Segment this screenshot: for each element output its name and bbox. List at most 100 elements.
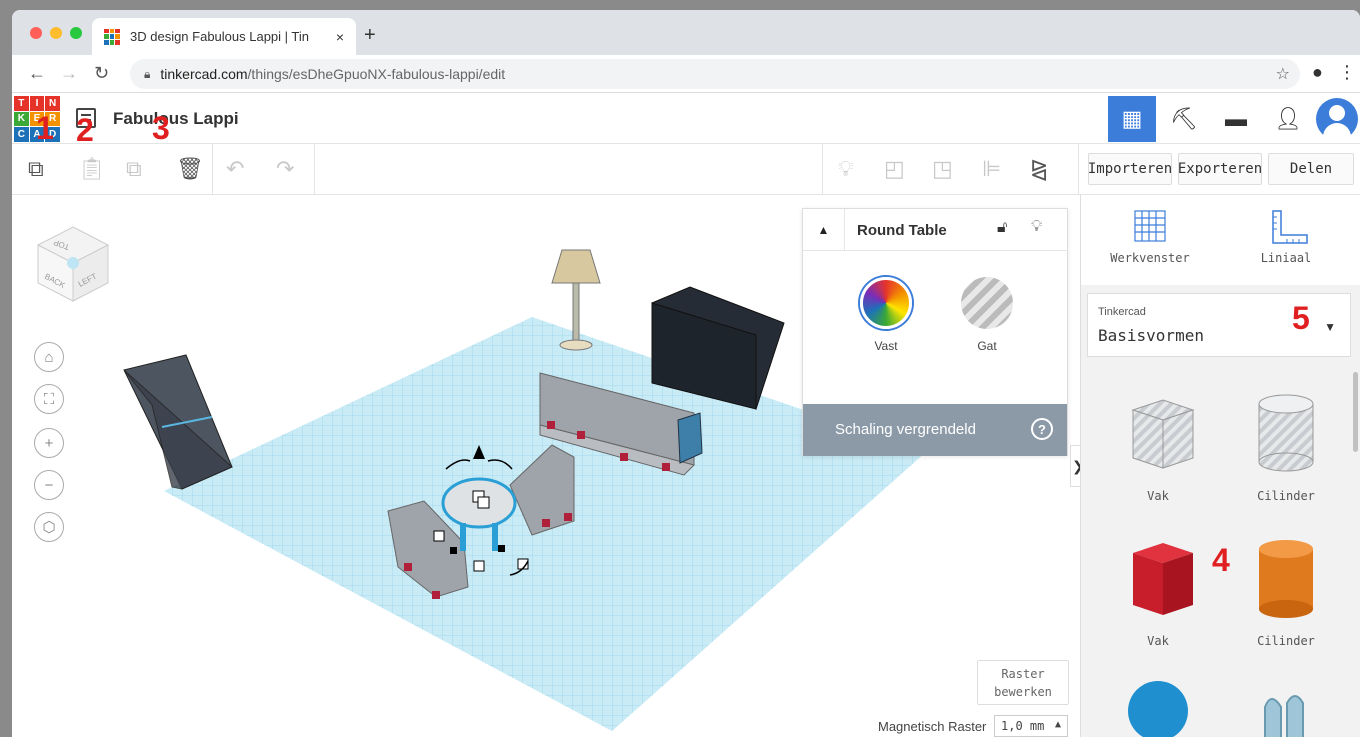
- logo-letter: N: [45, 96, 60, 111]
- unlock-icon[interactable]: 🔓︎: [997, 219, 1007, 237]
- tab-title: 3D design Fabulous Lappi | Tin: [130, 29, 309, 44]
- delete-trash-icon[interactable]: 🗑︎: [176, 156, 204, 182]
- help-icon[interactable]: ?: [1031, 418, 1053, 440]
- shape-text[interactable]: [1231, 687, 1341, 737]
- maximize-window-button[interactable]: [70, 27, 82, 39]
- new-tab-button[interactable]: +: [364, 24, 376, 47]
- edit-grid-label-line2: bewerken: [994, 685, 1052, 699]
- fit-view-icon[interactable]: ⛶: [34, 384, 64, 414]
- perspective-cube-icon[interactable]: ⬡: [34, 512, 64, 542]
- annotation-number: 4: [1212, 542, 1230, 578]
- browser-menu-icon[interactable]: ⋮: [1338, 62, 1356, 83]
- shape-label: Cilinder: [1257, 634, 1315, 648]
- import-button[interactable]: Importeren: [1088, 153, 1172, 185]
- bookmark-star-icon[interactable]: ☆: [1276, 64, 1290, 84]
- edit-grid-label-line1: Raster: [1001, 667, 1045, 681]
- home-view-icon[interactable]: ⌂: [34, 342, 64, 372]
- ungroup-icon[interactable]: ◳: [932, 156, 953, 182]
- close-window-button[interactable]: [30, 27, 42, 39]
- reload-icon[interactable]: ↻: [94, 63, 109, 84]
- logo-letter: T: [14, 96, 29, 111]
- group-icon[interactable]: ◰: [884, 156, 905, 182]
- tab-strip: 3D design Fabulous Lappi | Tin × +: [12, 10, 1360, 55]
- edit-toolbar: ⧉ 📋︎ ⧉ 🗑︎ ↶ ↷ 💡︎ ◰ ◳ ⊫ ⧎ Importeren Expo…: [12, 144, 1360, 195]
- shape-cylinder-solid[interactable]: [1231, 535, 1341, 628]
- annotation-number: 1: [36, 110, 54, 146]
- design-view-grid-icon[interactable]: ▦: [1108, 96, 1156, 142]
- view-cube[interactable]: TOP BACK LEFT: [34, 223, 112, 303]
- resize-handle[interactable]: [433, 530, 445, 542]
- close-tab-icon[interactable]: ×: [336, 29, 344, 45]
- duplicate-icon[interactable]: ⧉: [126, 156, 142, 182]
- workplane-label: Werkvenster: [1110, 251, 1190, 265]
- shape-box-solid[interactable]: [1103, 535, 1213, 628]
- snap-grid-label: Magnetisch Raster: [878, 719, 987, 734]
- resize-handle[interactable]: [473, 560, 485, 572]
- minimize-window-button[interactable]: [50, 27, 62, 39]
- export-button[interactable]: Exporteren: [1178, 153, 1262, 185]
- panel-scrollbar[interactable]: [1353, 372, 1358, 452]
- url-path: /things/esDheGpuoNX-fabulous-lappi/edit: [247, 66, 506, 82]
- inspector-header: ▲ Round Table 🔓︎ 💡︎: [803, 209, 1067, 251]
- edit-grid-button[interactable]: Raster bewerken: [977, 660, 1069, 705]
- shape-label: Vak: [1147, 634, 1169, 648]
- zoom-out-icon[interactable]: −: [34, 470, 64, 500]
- workplane-tool[interactable]: Werkvenster: [1095, 209, 1205, 265]
- profile-icon[interactable]: ●: [1312, 62, 1323, 83]
- snap-grid-select[interactable]: 1,0 mm ▲: [994, 715, 1068, 737]
- browser-window: 3D design Fabulous Lappi | Tin × + ← → ↻…: [12, 10, 1360, 737]
- red-box-icon: [1133, 543, 1193, 615]
- logo-letter: I: [29, 96, 45, 111]
- invite-user-icon[interactable]: 👤︎: [1264, 96, 1312, 142]
- user-avatar[interactable]: [1316, 98, 1358, 140]
- visibility-bulb-icon[interactable]: 💡︎: [1031, 218, 1042, 236]
- blue-sphere-icon: [1128, 681, 1188, 737]
- show-all-bulb-icon[interactable]: 💡︎: [838, 156, 853, 182]
- url-input[interactable]: 🔒︎ tinkercad.com/things/esDheGpuoNX-fabu…: [130, 59, 1300, 89]
- shape-box-hole[interactable]: [1103, 390, 1213, 483]
- workplane-grid-icon: [1134, 210, 1166, 242]
- paste-icon[interactable]: 📋︎: [78, 156, 106, 182]
- shape-library-select[interactable]: Tinkercad Basisvormen ▼: [1087, 293, 1351, 357]
- library-name: Basisvormen: [1098, 326, 1204, 345]
- scaling-locked-label: Schaling vergrendeld: [835, 421, 976, 438]
- caret-up-icon: ▲: [1054, 719, 1061, 730]
- orange-cylinder-icon: [1259, 540, 1313, 618]
- inspector-shape-name[interactable]: Round Table: [857, 222, 947, 239]
- annotation-number: 2: [76, 112, 94, 148]
- shapes-panel: Werkvenster Liniaal Tinkercad Basisvorme…: [1080, 195, 1360, 737]
- project-title[interactable]: Fabulous Lappi: [113, 109, 239, 129]
- ruler-tool[interactable]: Liniaal: [1231, 209, 1341, 265]
- solid-color-swatch[interactable]: [860, 277, 912, 329]
- snap-grid-value: 1,0 mm: [1001, 719, 1045, 733]
- scaling-locked-bar[interactable]: Schaling vergrendeld ?: [803, 404, 1067, 456]
- blocks-view-brick-icon[interactable]: ▬: [1212, 96, 1260, 142]
- annotation-number: 3: [152, 110, 170, 146]
- box-hole-icon: [1131, 399, 1195, 469]
- hole-swatch[interactable]: [961, 277, 1013, 329]
- panel-tools: Werkvenster Liniaal: [1081, 195, 1360, 285]
- forward-arrow-icon[interactable]: →: [60, 63, 78, 84]
- zoom-in-icon[interactable]: +: [34, 428, 64, 458]
- shape-cylinder-hole[interactable]: [1231, 390, 1341, 483]
- logo-letter: C: [14, 127, 29, 142]
- tinkercad-favicon-icon: [104, 28, 120, 45]
- ruler-label: Liniaal: [1260, 251, 1312, 265]
- undo-icon[interactable]: ↶: [226, 156, 244, 182]
- share-button[interactable]: Delen: [1268, 153, 1354, 185]
- copy-icon[interactable]: ⧉: [28, 156, 44, 182]
- mirror-icon[interactable]: ⧎: [1030, 156, 1048, 182]
- cylinder-hole-icon: [1258, 394, 1314, 472]
- collapse-inspector-icon[interactable]: ▲: [803, 209, 845, 251]
- browser-tab[interactable]: 3D design Fabulous Lappi | Tin ×: [92, 18, 356, 55]
- redo-icon[interactable]: ↷: [276, 156, 294, 182]
- arcade-machine-model[interactable]: [123, 354, 233, 490]
- library-category: Tinkercad: [1098, 306, 1146, 318]
- hole-label: Gat: [977, 339, 997, 353]
- shape-label: Cilinder: [1257, 489, 1315, 503]
- back-arrow-icon[interactable]: ←: [28, 63, 46, 84]
- shape-sphere[interactable]: [1103, 675, 1213, 737]
- bricks-view-pickaxe-icon[interactable]: ⛏: [1160, 96, 1208, 142]
- address-bar: ← → ↻ 🔒︎ tinkercad.com/things/esDheGpuoN…: [12, 55, 1360, 93]
- align-icon[interactable]: ⊫: [982, 156, 1001, 182]
